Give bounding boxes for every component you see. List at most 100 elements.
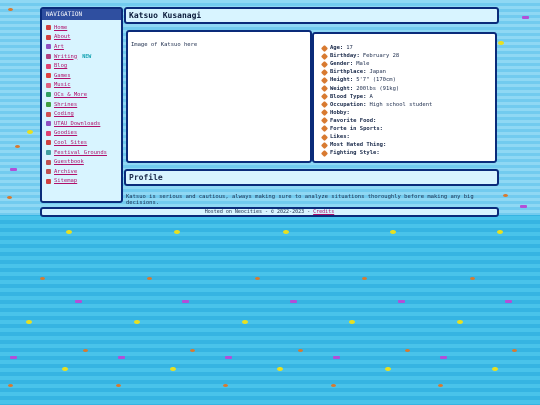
pencil-icon bbox=[320, 68, 329, 76]
code-icon bbox=[46, 111, 51, 117]
fish-decoration bbox=[8, 8, 13, 11]
nav-item-festival-grounds[interactable]: Festival Grounds bbox=[46, 148, 117, 158]
nav-link[interactable]: About bbox=[54, 34, 71, 40]
stat-key: Blood Type: bbox=[330, 93, 367, 100]
fish-decoration bbox=[15, 145, 20, 148]
nav-link[interactable]: Festival Grounds bbox=[54, 150, 107, 156]
pencil-icon bbox=[320, 101, 329, 109]
pencil-icon bbox=[320, 76, 329, 84]
image-placeholder-text: Image of Katsuo here bbox=[131, 42, 198, 48]
fish-decoration bbox=[182, 300, 189, 303]
pencil-icon bbox=[320, 44, 329, 52]
nav-item-archive[interactable]: Archive bbox=[46, 167, 117, 177]
fish-decoration bbox=[503, 194, 508, 197]
stat-row: Favorite Food: bbox=[320, 117, 487, 125]
nav-item-games[interactable]: Games bbox=[46, 71, 117, 81]
fish-decoration bbox=[438, 384, 443, 387]
fish-decoration bbox=[10, 356, 17, 359]
nav-item-coding[interactable]: Coding bbox=[46, 109, 117, 119]
gift-icon bbox=[46, 130, 51, 136]
tent-icon bbox=[46, 150, 51, 156]
fish-decoration bbox=[66, 230, 72, 234]
nav-list: Home About Art Writing NEW Blog Games Music OCs … bbox=[42, 20, 121, 189]
shrine-icon bbox=[46, 102, 51, 108]
sidebar-navigation: NAVIGATION Home About Art Writing NEW Blog Gam… bbox=[40, 7, 123, 203]
nav-link[interactable]: Coding bbox=[54, 111, 74, 117]
fish-decoration bbox=[83, 349, 88, 352]
nav-link[interactable]: Archive bbox=[54, 169, 77, 175]
stat-row: Gender: Male bbox=[320, 60, 487, 68]
nav-link[interactable]: Art bbox=[54, 44, 64, 50]
fish-decoration bbox=[520, 205, 527, 208]
character-stats: Age: 17 Birthday: February 28 Gender: Male Bir… bbox=[312, 32, 497, 163]
fish-decoration bbox=[440, 356, 447, 359]
nav-item-utau-downloads[interactable]: UTAU Downloads bbox=[46, 119, 117, 129]
stat-row: Likes: bbox=[320, 133, 487, 141]
fish-decoration bbox=[492, 367, 498, 371]
fish-decoration bbox=[40, 277, 45, 280]
stat-row: Occupation: High school student bbox=[320, 101, 487, 109]
nav-item-guestbook[interactable]: Guestbook bbox=[46, 157, 117, 167]
profile-heading: Profile bbox=[124, 169, 499, 186]
pencil-icon bbox=[320, 141, 329, 149]
new-badge: NEW bbox=[82, 53, 92, 60]
pencil-icon bbox=[320, 117, 329, 125]
nav-link[interactable]: Goodies bbox=[54, 130, 77, 136]
stat-key: Forte in Sports: bbox=[330, 125, 383, 132]
globe-icon bbox=[46, 140, 51, 146]
pencil-icon bbox=[320, 133, 329, 141]
fish-decoration bbox=[405, 349, 410, 352]
fish-decoration bbox=[223, 384, 228, 387]
nav-item-ocs-more[interactable]: OCs & More bbox=[46, 90, 117, 100]
stat-key: Fighting Style: bbox=[330, 150, 380, 157]
fish-decoration bbox=[283, 230, 289, 234]
pencil-icon bbox=[320, 60, 329, 68]
nav-link[interactable]: Games bbox=[54, 73, 71, 79]
nav-item-writing[interactable]: Writing NEW bbox=[46, 52, 117, 62]
stat-key: Occupation: bbox=[330, 101, 367, 108]
nav-link[interactable]: Blog bbox=[54, 63, 67, 69]
fish-decoration bbox=[390, 230, 396, 234]
fish-decoration bbox=[147, 277, 152, 280]
nav-item-art[interactable]: Art bbox=[46, 42, 117, 52]
stat-value: 5'7" (170cm) bbox=[356, 77, 396, 84]
fish-decoration bbox=[333, 356, 340, 359]
fish-decoration bbox=[134, 320, 140, 324]
stat-row: Blood Type: A bbox=[320, 93, 487, 101]
nav-link[interactable]: Home bbox=[54, 25, 67, 31]
stat-key: Weight: bbox=[330, 85, 354, 92]
nav-link[interactable]: Cool Sites bbox=[54, 140, 87, 146]
stat-row: Fighting Style: bbox=[320, 149, 487, 157]
nav-link[interactable]: UTAU Downloads bbox=[54, 121, 100, 127]
nav-link[interactable]: Shrines bbox=[54, 102, 77, 108]
nav-item-home[interactable]: Home bbox=[46, 23, 117, 33]
stat-key: Hobby: bbox=[330, 109, 350, 116]
nav-item-sitemap[interactable]: Sitemap bbox=[46, 177, 117, 187]
fish-decoration bbox=[170, 367, 176, 371]
fish-decoration bbox=[512, 349, 517, 352]
nav-item-music[interactable]: Music bbox=[46, 81, 117, 91]
nav-item-cool-sites[interactable]: Cool Sites bbox=[46, 138, 117, 148]
nav-link[interactable]: Writing bbox=[54, 54, 77, 60]
stat-key: Most Hated Thing: bbox=[330, 142, 387, 149]
download-icon bbox=[46, 121, 51, 127]
fish-decoration bbox=[298, 349, 303, 352]
stats-list: Age: 17 Birthday: February 28 Gender: Male Bir… bbox=[320, 44, 487, 157]
fish-decoration bbox=[497, 230, 503, 234]
nav-item-goodies[interactable]: Goodies bbox=[46, 129, 117, 139]
fish-decoration bbox=[7, 196, 12, 199]
fish-decoration bbox=[290, 300, 297, 303]
credits-link[interactable]: Credits bbox=[313, 209, 334, 215]
nav-item-blog[interactable]: Blog bbox=[46, 61, 117, 71]
nav-link[interactable]: OCs & More bbox=[54, 92, 87, 98]
fish-decoration bbox=[190, 349, 195, 352]
stat-key: Height: bbox=[330, 77, 354, 84]
pencil-icon bbox=[320, 109, 329, 117]
stat-value: High school student bbox=[369, 101, 433, 108]
nav-link[interactable]: Sitemap bbox=[54, 178, 77, 184]
page-title: Katsuo Kusanagi bbox=[124, 7, 499, 24]
nav-link[interactable]: Music bbox=[54, 82, 71, 88]
nav-item-shrines[interactable]: Shrines bbox=[46, 100, 117, 110]
nav-item-about[interactable]: About bbox=[46, 33, 117, 43]
nav-link[interactable]: Guestbook bbox=[54, 159, 84, 165]
